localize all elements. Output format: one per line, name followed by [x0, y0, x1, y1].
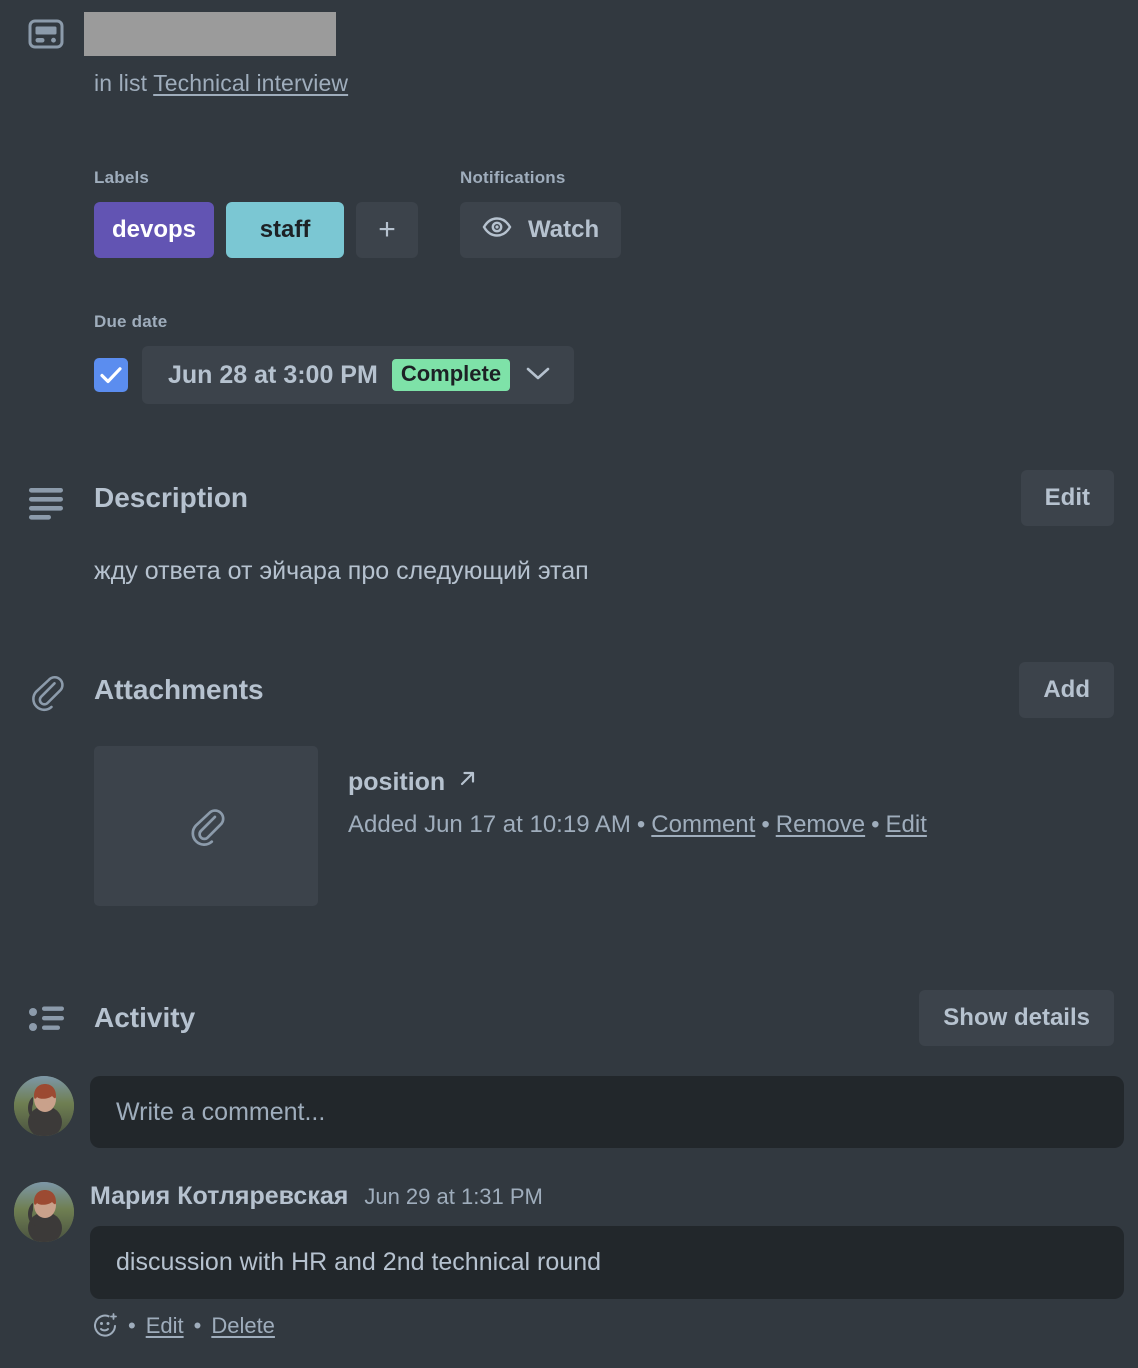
labels-section: Labels devops staff + [94, 168, 460, 258]
labels-chip-row: devops staff + [94, 202, 460, 258]
card-title-redacted[interactable] [84, 12, 336, 56]
separator-dot: • [865, 811, 885, 838]
activity-title: Activity [94, 992, 195, 1044]
comment-header: Мария Котляревская Jun 29 at 1:31 PM [90, 1182, 1124, 1212]
description-text[interactable]: жду ответа от эйчара про следующий этап [94, 557, 589, 586]
watch-label: Watch [528, 216, 599, 244]
comment-actions: • Edit • Delete [90, 1313, 1124, 1339]
separator-dot: • [128, 1313, 136, 1339]
due-date-row: Jun 28 at 3:00 PM Complete [94, 346, 574, 404]
notifications-section: Notifications Watch [460, 168, 621, 258]
attachment-comment-link[interactable]: Comment [651, 811, 755, 838]
external-link-icon [457, 768, 479, 797]
attachments-add-button[interactable]: Add [1019, 662, 1114, 718]
attachments-title: Attachments [94, 664, 264, 716]
comment-text[interactable]: discussion with HR and 2nd technical rou… [90, 1226, 1124, 1299]
attachment-added-text: Added Jun 17 at 10:19 AM [348, 811, 631, 838]
labels-heading: Labels [94, 168, 460, 188]
due-date-pill[interactable]: Jun 28 at 3:00 PM Complete [142, 346, 574, 404]
due-date-checkbox[interactable] [94, 358, 128, 392]
due-date-heading: Due date [94, 312, 574, 332]
separator-dot: • [755, 811, 775, 838]
description-lines-icon [24, 478, 68, 522]
comment-compose-row: Write a comment... [14, 1076, 1124, 1148]
card-icon [28, 18, 64, 50]
paperclip-icon [24, 670, 68, 714]
attachment-item: position Added Jun 17 at 10:19 AM•Commen… [94, 746, 927, 906]
trello-card-detail: in list Technical interview Labels devop… [0, 0, 1138, 1368]
attachment-name: position [348, 768, 445, 797]
attachment-link[interactable]: position [348, 768, 927, 797]
comment-list-item: Мария Котляревская Jun 29 at 1:31 PM dis… [14, 1182, 1124, 1339]
attachment-edit-link[interactable]: Edit [886, 811, 927, 838]
attachment-thumbnail[interactable] [94, 746, 318, 906]
attachment-remove-link[interactable]: Remove [776, 811, 865, 838]
show-details-button[interactable]: Show details [919, 990, 1114, 1046]
label-chip-staff[interactable]: staff [226, 202, 344, 258]
paperclip-icon [183, 803, 229, 849]
list-link[interactable]: Technical interview [153, 70, 348, 96]
activity-list-icon [24, 998, 68, 1042]
attachment-meta: position Added Jun 17 at 10:19 AM•Commen… [348, 746, 927, 906]
card-meta-row: Labels devops staff + Notifications [94, 168, 621, 258]
avatar[interactable] [14, 1076, 74, 1136]
comment-author[interactable]: Мария Котляревская [90, 1182, 348, 1211]
separator-dot: • [631, 811, 651, 838]
breadcrumb: in list Technical interview [94, 70, 348, 97]
comment-timestamp: Jun 29 at 1:31 PM [364, 1184, 543, 1210]
comment-body: Мария Котляревская Jun 29 at 1:31 PM dis… [90, 1182, 1124, 1339]
comment-edit-link[interactable]: Edit [146, 1313, 184, 1339]
due-date-status-badge: Complete [392, 359, 510, 391]
add-label-button[interactable]: + [356, 202, 418, 258]
attachments-header: Attachments Add [0, 664, 1138, 726]
description-header: Description Edit [0, 472, 1138, 534]
comment-input[interactable]: Write a comment... [90, 1076, 1124, 1148]
comment-delete-link[interactable]: Delete [211, 1313, 275, 1339]
notifications-row: Watch [460, 202, 621, 258]
due-date-text: Jun 28 at 3:00 PM [168, 361, 378, 390]
add-reaction-icon[interactable] [92, 1313, 118, 1339]
in-list-prefix: in list [94, 70, 147, 96]
separator-dot: • [194, 1313, 202, 1339]
chevron-down-icon[interactable] [524, 364, 552, 387]
avatar[interactable] [14, 1182, 74, 1242]
notifications-heading: Notifications [460, 168, 621, 188]
due-date-section: Due date Jun 28 at 3:00 PM Complete [94, 312, 574, 404]
eye-icon [482, 216, 512, 245]
label-chip-devops[interactable]: devops [94, 202, 214, 258]
description-title: Description [94, 472, 248, 524]
attachment-submeta: Added Jun 17 at 10:19 AM•Comment•Remove•… [348, 811, 927, 839]
description-edit-button[interactable]: Edit [1021, 470, 1114, 526]
watch-button[interactable]: Watch [460, 202, 621, 258]
activity-header: Activity Show details [0, 992, 1138, 1054]
